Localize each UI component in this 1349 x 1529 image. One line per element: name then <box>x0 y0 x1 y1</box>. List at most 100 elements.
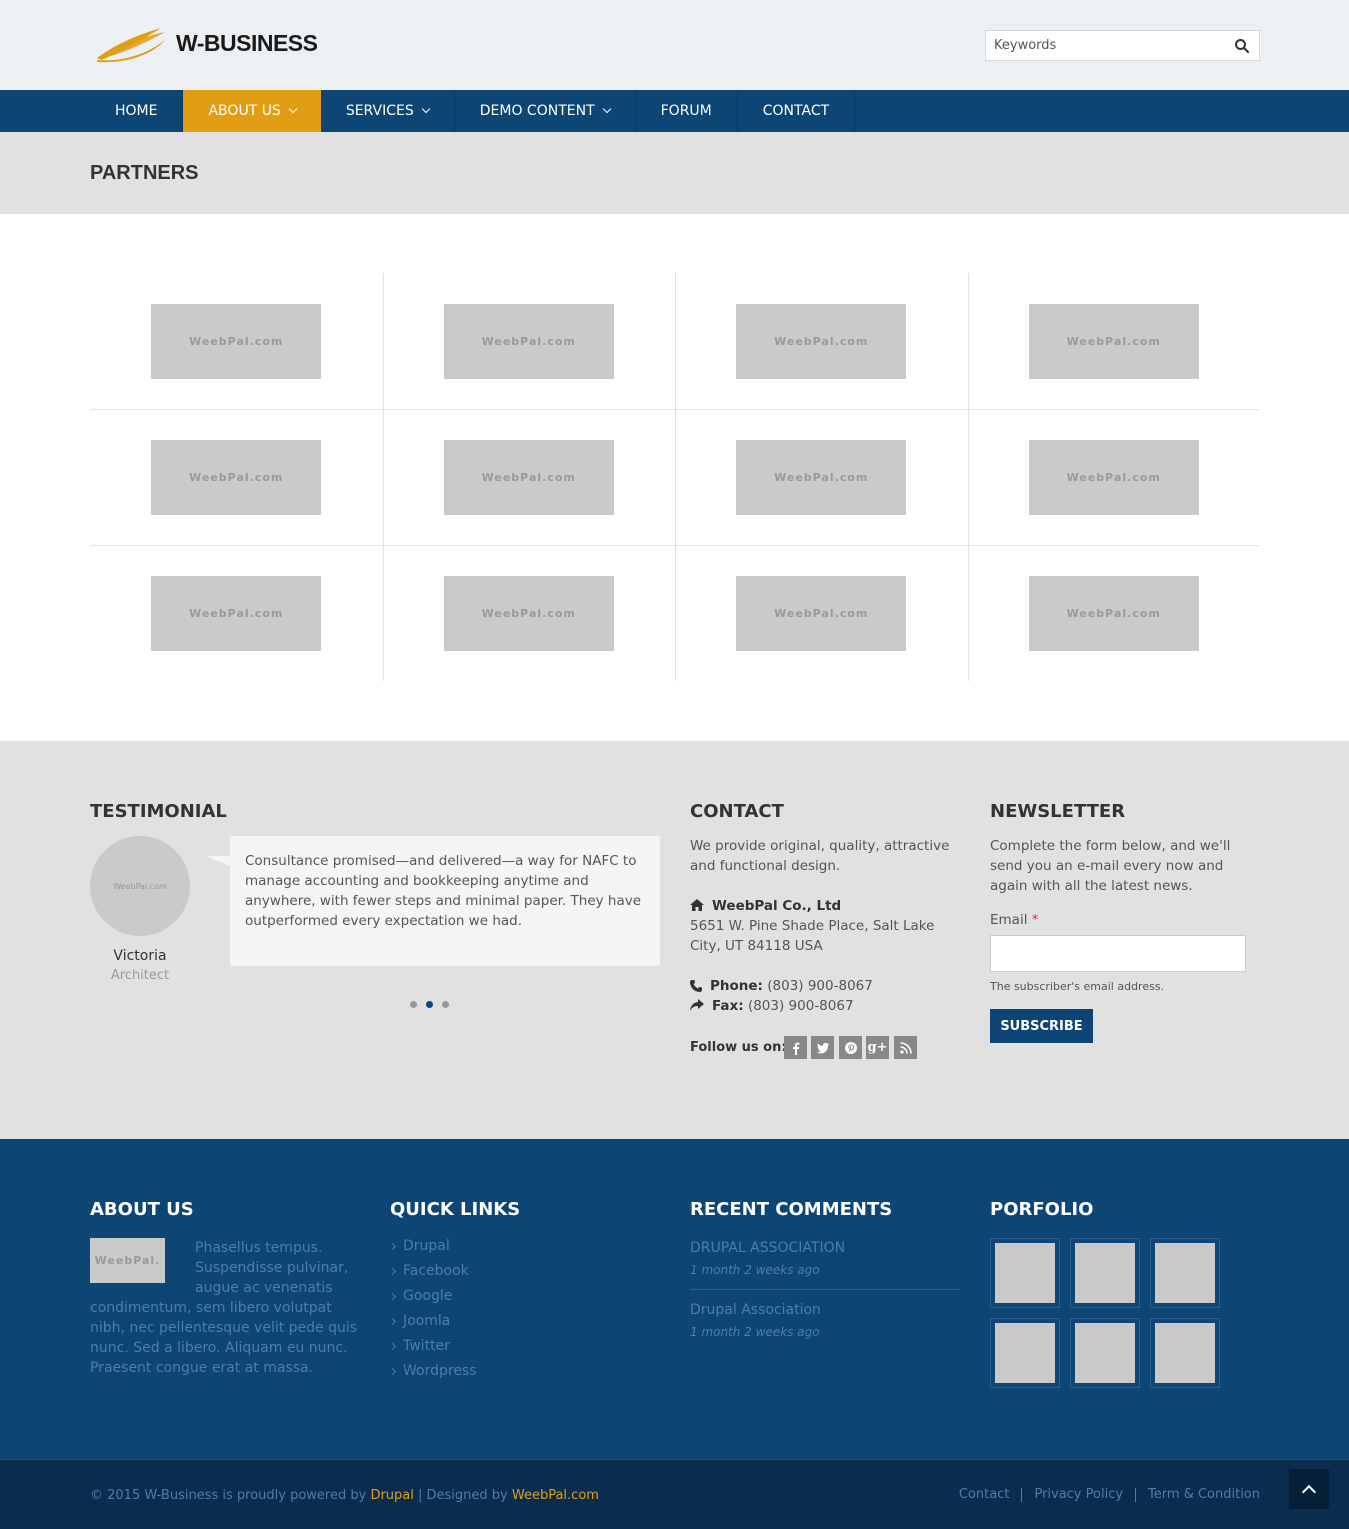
twitter-icon[interactable] <box>811 1036 834 1059</box>
recent-comments-heading: RECENT COMMENTS <box>690 1199 893 1220</box>
newsletter-email-input[interactable] <box>990 935 1246 972</box>
quick-link-label: Drupal <box>403 1238 450 1254</box>
required-mark: * <box>1031 912 1039 928</box>
footer-link-terms[interactable]: Term & Condition <box>1135 1488 1260 1502</box>
partner-logo[interactable]: WeebPal.com <box>1028 440 1199 515</box>
subscribe-button[interactable]: SUBSCRIBE <box>990 1009 1093 1043</box>
partner-logo[interactable]: WeebPal.com <box>151 576 322 651</box>
nav-item-label: SERVICES <box>345 103 414 119</box>
quick-link-label: Facebook <box>403 1263 469 1279</box>
drupal-link[interactable]: Drupal <box>370 1488 413 1503</box>
pinterest-icon[interactable] <box>839 1036 862 1059</box>
comment-time-1: 1 month 2 weeks ago <box>690 1263 820 1277</box>
google-plus-icon[interactable]: g+ <box>866 1036 889 1059</box>
comment-time-2: 1 month 2 weeks ago <box>690 1325 820 1339</box>
newsletter-intro: Complete the form below, and we'll send … <box>990 838 1231 894</box>
nav-item-label: HOME <box>115 103 158 119</box>
testimonial-role: Architect <box>110 968 170 983</box>
partners-grid: WeebPal.com WeebPal.com WeebPal.com WeebPal… <box>90 273 1260 681</box>
footer-link-contact[interactable]: Contact <box>947 1488 1022 1502</box>
nav-item-about-us[interactable]: ABOUT US <box>183 90 321 132</box>
partner-cell: WeebPal.com <box>968 409 1261 545</box>
portfolio-image <box>995 1323 1055 1383</box>
nav-item-services[interactable]: SERVICES <box>321 90 455 132</box>
logo-swoosh-icon[interactable] <box>95 24 167 64</box>
contact-company: WeebPal Co., Ltd <box>712 898 842 914</box>
partner-cell: WeebPal.com <box>383 545 676 681</box>
quick-link-twitter[interactable]: Twitter <box>388 1338 450 1354</box>
comment-title-1[interactable]: DRUPAL ASSOCIATION <box>690 1238 845 1258</box>
partner-logo[interactable]: WeebPal.com <box>736 576 907 651</box>
partner-cell: WeebPal.com <box>383 409 676 545</box>
quick-link-joomla[interactable]: Joomla <box>388 1313 450 1329</box>
chevron-down-icon <box>288 104 298 114</box>
partner-logo[interactable]: WeebPal.com <box>1028 304 1199 379</box>
quick-link-wordpress[interactable]: Wordpress <box>388 1363 477 1379</box>
facebook-icon[interactable] <box>784 1036 807 1059</box>
partner-cell: WeebPal.com <box>90 545 383 681</box>
fax-number: (803) 900-8067 <box>747 998 854 1014</box>
partner-logo[interactable]: WeebPal.com <box>443 440 614 515</box>
portfolio-thumbnail[interactable] <box>1070 1318 1140 1388</box>
quick-link-drupal[interactable]: Drupal <box>388 1238 450 1254</box>
nav-item-contact[interactable]: CONTACT <box>738 90 856 132</box>
page-title-band: PARTNERS <box>0 132 1349 214</box>
nav-item-label: ABOUT US <box>208 103 281 119</box>
quick-link-label: Google <box>403 1288 453 1304</box>
site-logo-text[interactable]: W-BUSINESS <box>176 30 318 57</box>
comment-divider <box>690 1289 960 1290</box>
portfolio-image <box>1075 1323 1135 1383</box>
testimonial-avatar: WeebPal.com <box>90 836 190 936</box>
partner-logo[interactable]: WeebPal.com <box>443 576 614 651</box>
contact-address: 5651 W. Pine Shade Place, Salt Lake City… <box>690 918 935 954</box>
quick-link-label: Twitter <box>403 1338 450 1354</box>
carousel-dot-2[interactable] <box>426 1001 433 1008</box>
partner-cell: WeebPal.com <box>90 409 383 545</box>
partner-logo[interactable]: WeebPal.com <box>736 304 907 379</box>
portfolio-thumbnail[interactable] <box>1150 1318 1220 1388</box>
search-input[interactable] <box>986 31 1216 60</box>
nav-item-label: DEMO CONTENT <box>479 103 595 119</box>
nav-item-label: CONTACT <box>762 103 830 119</box>
nav-item-home[interactable]: HOME <box>90 90 184 132</box>
portfolio-thumbnail[interactable] <box>990 1318 1060 1388</box>
nav-item-forum[interactable]: FORUM <box>636 90 738 132</box>
newsletter-heading: NEWSLETTER <box>990 801 1126 822</box>
quick-link-facebook[interactable]: Facebook <box>388 1263 469 1279</box>
portfolio-thumbnail[interactable] <box>1070 1238 1140 1308</box>
carousel-dot-3[interactable] <box>442 1001 449 1008</box>
footer-link-privacy-policy[interactable]: Privacy Policy <box>1021 1488 1135 1502</box>
about-us-image: WeebPal. <box>90 1238 165 1283</box>
partner-logo[interactable]: WeebPal.com <box>1028 576 1199 651</box>
partner-logo[interactable]: WeebPal.com <box>736 440 907 515</box>
chevron-right-icon <box>388 1267 397 1275</box>
nav-item-demo-content[interactable]: DEMO CONTENT <box>455 90 636 132</box>
carousel-dot-1[interactable] <box>410 1001 417 1008</box>
comment-title-2[interactable]: Drupal Association <box>690 1300 821 1320</box>
quick-link-label: Wordpress <box>403 1363 477 1379</box>
portfolio-image <box>1075 1243 1135 1303</box>
page-title: PARTNERS <box>90 162 199 184</box>
testimonial-quote: Consultance promised—and delivered—a way… <box>245 853 642 929</box>
about-us-heading: ABOUT US <box>90 1199 194 1220</box>
contact-heading: CONTACT <box>690 801 784 822</box>
rss-icon[interactable] <box>894 1036 917 1059</box>
testimonial-name: Victoria <box>113 948 167 964</box>
chevron-right-icon <box>388 1317 397 1325</box>
portfolio-thumbnail[interactable] <box>1150 1238 1220 1308</box>
chevron-right-icon <box>388 1242 397 1250</box>
quick-link-google[interactable]: Google <box>388 1288 453 1304</box>
portfolio-thumbnail[interactable] <box>990 1238 1060 1308</box>
weebpal-link[interactable]: WeebPal.com <box>512 1488 599 1503</box>
back-to-top-button[interactable] <box>1289 1469 1329 1509</box>
partner-logo[interactable]: WeebPal.com <box>151 304 322 379</box>
quick-links-heading: QUICK LINKS <box>390 1199 521 1220</box>
partner-logo[interactable]: WeebPal.com <box>151 440 322 515</box>
partner-cell: WeebPal.com <box>675 273 968 409</box>
phone-number: (803) 900-8067 <box>767 978 873 994</box>
home-icon <box>690 899 704 911</box>
search-icon[interactable] <box>1234 38 1250 54</box>
phone-label: Phone: <box>710 978 763 994</box>
chevron-right-icon <box>388 1342 397 1350</box>
partner-logo[interactable]: WeebPal.com <box>443 304 614 379</box>
